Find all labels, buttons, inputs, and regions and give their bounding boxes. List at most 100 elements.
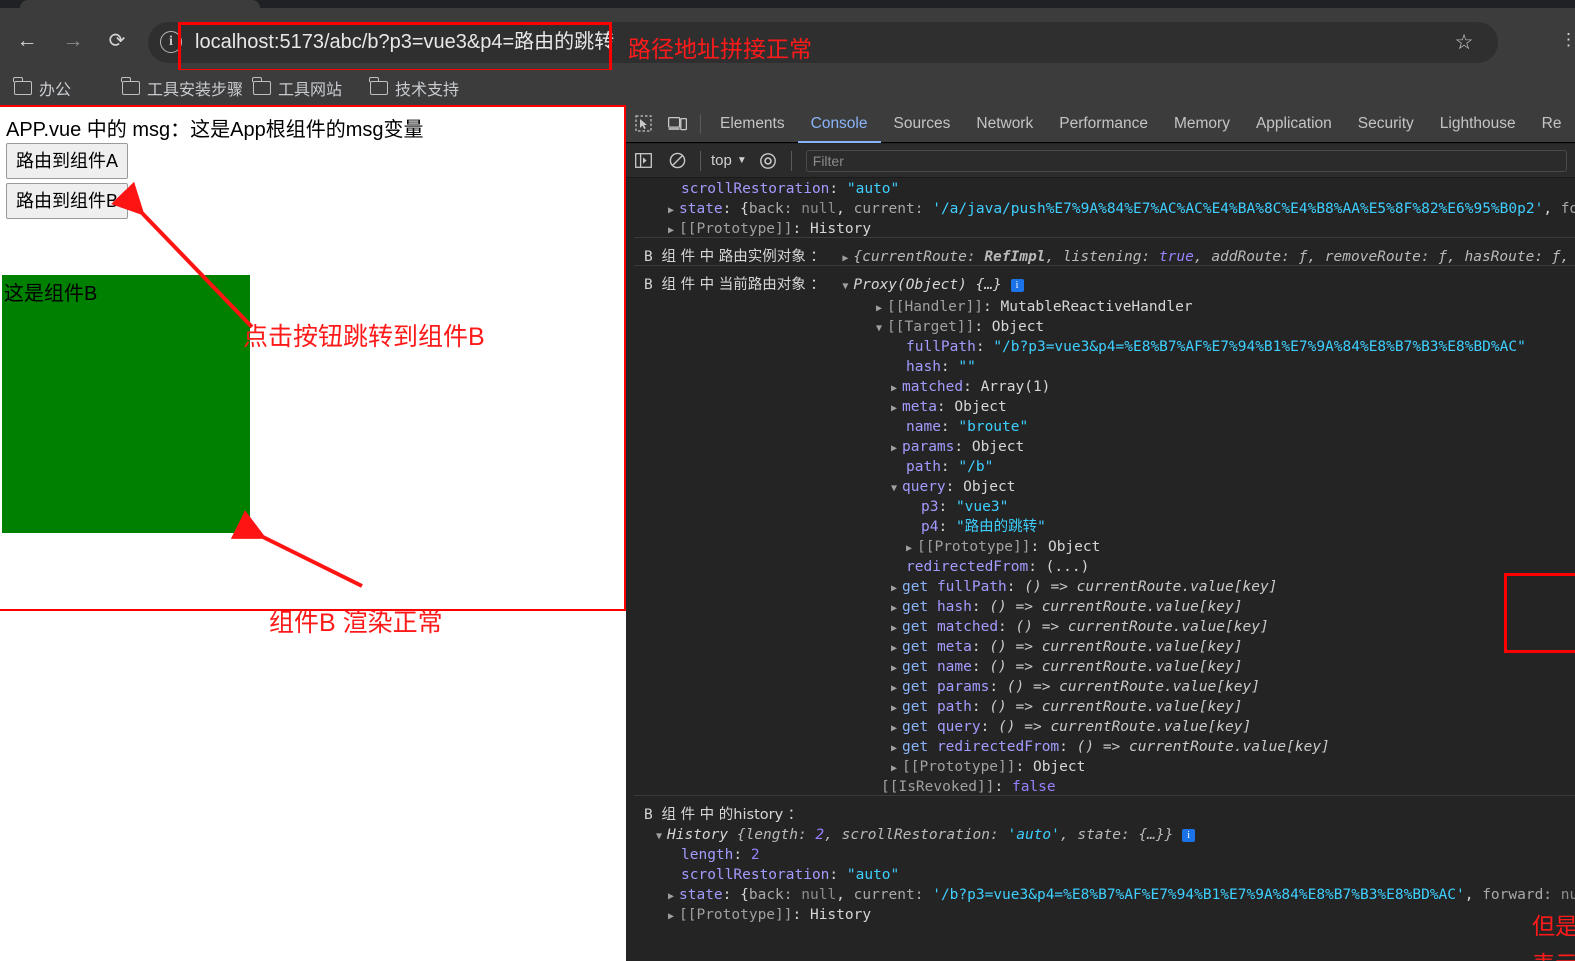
tab-recorder[interactable]: Re — [1529, 105, 1575, 143]
folder-icon — [13, 76, 32, 95]
console-line[interactable]: ▶ params: Object — [891, 437, 1024, 457]
console-line[interactable]: p4: "路由的跳转" — [921, 517, 1046, 537]
console-line[interactable]: length: 2 — [681, 845, 760, 865]
console-line[interactable]: ▼ [[Target]]: Object — [876, 317, 1044, 337]
clear-console-icon[interactable] — [660, 146, 694, 176]
tab-memory[interactable]: Memory — [1161, 105, 1243, 143]
console-line[interactable]: redirectedFrom: (...) — [906, 557, 1089, 577]
console-line[interactable]: ▶ get meta: () => currentRoute.value[key] — [891, 637, 1243, 657]
console-line[interactable]: hash: "" — [906, 357, 976, 377]
browser-toolbar: ← → ⟳ i localhost:5173/abc/b?p3=vue3&p4=… — [0, 8, 1575, 72]
console-line[interactable]: ▶ meta: Object — [891, 397, 1007, 417]
bookmark-label: 技术支持 — [395, 81, 460, 99]
tab-console[interactable]: Console — [798, 105, 881, 143]
console-line[interactable]: ▶ get matched: () => currentRoute.value[k… — [891, 617, 1269, 637]
component-b-container: 这是组件B — [2, 275, 250, 533]
tab-sources[interactable]: Sources — [881, 105, 964, 143]
bookmark-label: 工具网站 — [278, 81, 343, 99]
annotation-render-ok: 组件B 渲染正常 — [269, 609, 443, 637]
console-line[interactable]: ▶ [[Prototype]]: Object — [891, 757, 1085, 777]
toolbar-divider — [700, 113, 701, 134]
bookmarks-bar: 办公 工具安装步骤 工具网站 技术支持 — [0, 70, 1575, 105]
folder-icon — [369, 76, 388, 95]
tab-elements[interactable]: Elements — [707, 105, 798, 143]
bookmark-item[interactable]: 技术支持 — [369, 76, 460, 99]
console-line[interactable]: ▶ [[Prototype]]: History — [668, 905, 871, 925]
console-line[interactable]: ▼ History {length: 2, scrollRestoration: … — [656, 825, 1196, 845]
console-line[interactable]: ▶ [[Handler]]: MutableReactiveHandler — [876, 297, 1193, 317]
console-sidebar-icon[interactable] — [626, 146, 660, 176]
console-line[interactable]: B 组 件 中 路由实例对象 ： ▶ {currentRoute: RefImpl… — [644, 247, 1569, 267]
browser-tab-active[interactable] — [20, 0, 260, 8]
browser-chrome: ← → ⟳ i localhost:5173/abc/b?p3=vue3&p4=… — [0, 0, 1575, 105]
console-output[interactable]: scrollRestoration: "auto" ▶ state: {back: … — [626, 179, 1575, 961]
tab-strip — [0, 0, 1575, 8]
route-to-component-b-button[interactable]: 路由到组件B — [6, 183, 129, 219]
inspect-element-icon[interactable] — [626, 109, 660, 139]
filterbar-divider-2 — [790, 150, 792, 171]
chevron-down-icon: ▼ — [736, 155, 747, 166]
bookmark-label: 工具安装步骤 — [147, 81, 244, 99]
console-line[interactable]: ▶ state: {back: null, current: '/a/java/p… — [668, 199, 1575, 219]
console-line[interactable]: B 组 件 中 的history ： — [644, 805, 802, 825]
component-b-label: 这是组件B — [4, 283, 98, 305]
console-line[interactable]: [[IsRevoked]]: false — [881, 777, 1056, 797]
console-filter-input[interactable] — [805, 149, 1567, 172]
console-line[interactable]: ▶ matched: Array(1) — [891, 377, 1050, 397]
app-root-message: APP.vue 中的 msg：这是App根组件的msg变量 — [6, 119, 424, 141]
annotation-history-back-null: 但是，历史记录中的 back 仍然为 null 表示 历史记录栈中没有放入任何内… — [1532, 907, 1575, 961]
console-line[interactable]: ▼ query: Object — [891, 477, 1016, 497]
live-expression-icon[interactable] — [751, 146, 785, 176]
url-text: localhost:5173/abc/b?p3=vue3&p4=路由的跳转 — [195, 31, 615, 53]
console-context-selector[interactable]: top ▼ — [707, 152, 751, 169]
console-line[interactable]: ▶ get path: () => currentRoute.value[key] — [891, 697, 1243, 717]
browser-menu-icon[interactable]: ⋮ — [1560, 30, 1575, 50]
console-line[interactable]: ▶ get name: () => currentRoute.value[key] — [891, 657, 1243, 677]
route-to-component-a-button[interactable]: 路由到组件A — [6, 143, 129, 179]
site-info-icon[interactable]: i — [160, 31, 182, 53]
console-line[interactable]: ▶ get fullPath: () => currentRoute.value[… — [891, 577, 1277, 597]
console-line[interactable]: ▶ [[Prototype]]: Object — [906, 537, 1100, 557]
tab-performance[interactable]: Performance — [1046, 105, 1161, 143]
console-line[interactable]: path: "/b" — [906, 457, 993, 477]
address-bar[interactable]: i localhost:5173/abc/b?p3=vue3&p4=路由的跳转 … — [148, 22, 1498, 63]
page-viewport: APP.vue 中的 msg：这是App根组件的msg变量 路由到组件A 路由到… — [0, 105, 626, 961]
console-line[interactable]: p3: "vue3" — [921, 497, 1008, 517]
bookmark-item[interactable]: 工具安装步骤 — [121, 76, 244, 99]
devtools-panel: Elements Console Sources Network Perform… — [626, 105, 1575, 961]
console-filter-bar: top ▼ — [626, 144, 1575, 178]
console-line[interactable]: fullPath: "/b?p3=vue3&p4=%E8%B7%AF%E7%94… — [906, 337, 1526, 357]
console-line[interactable]: ▶ state: {back: null, current: '/b?p3=vue… — [668, 885, 1575, 905]
device-toolbar-icon[interactable] — [660, 109, 694, 139]
bookmark-item[interactable]: 工具网站 — [252, 76, 343, 99]
bookmark-star-icon[interactable]: ☆ — [1452, 31, 1476, 55]
annotation-history-line2: 表示 历史记录栈中没有放入任何内容 — [1532, 945, 1575, 961]
console-context-value: top — [711, 152, 732, 169]
console-line[interactable]: ▶ get redirectedFrom: () => currentRoute.… — [891, 737, 1330, 757]
console-line[interactable]: name: "broute" — [906, 417, 1028, 437]
tab-lighthouse[interactable]: Lighthouse — [1427, 105, 1529, 143]
tab-security[interactable]: Security — [1345, 105, 1427, 143]
folder-icon — [121, 76, 140, 95]
reload-button[interactable]: ⟳ — [102, 26, 132, 56]
tab-network[interactable]: Network — [963, 105, 1046, 143]
console-line[interactable]: ▶ get hash: () => currentRoute.value[key] — [891, 597, 1243, 617]
console-line[interactable]: B 组 件 中 当前路由对象 ： ▼ Proxy(Object) {…} i — [644, 275, 1024, 295]
console-line[interactable]: ▶ get params: () => currentRoute.value[ke… — [891, 677, 1260, 697]
back-button[interactable]: ← — [12, 26, 42, 56]
console-line[interactable]: scrollRestoration: "auto" — [681, 179, 899, 199]
annotation-history-line1: 但是，历史记录中的 back 仍然为 null — [1532, 913, 1575, 939]
console-line[interactable]: scrollRestoration: "auto" — [681, 865, 899, 885]
console-line[interactable]: ▶ get query: () => currentRoute.value[key… — [891, 717, 1251, 737]
forward-button[interactable]: → — [58, 26, 88, 56]
console-group-divider — [634, 795, 1575, 796]
folder-icon — [252, 76, 271, 95]
tab-application[interactable]: Application — [1243, 105, 1345, 143]
devtools-tab-bar: Elements Console Sources Network Perform… — [626, 105, 1575, 143]
url-annotation-text: 路径地址拼接正常 — [628, 36, 812, 62]
annotation-click-button: 点击按钮跳转到组件B — [243, 323, 485, 351]
filterbar-divider — [700, 150, 701, 171]
bookmark-label: 办公 — [39, 81, 72, 99]
console-line[interactable]: ▶ [[Prototype]]: History — [668, 219, 871, 239]
bookmark-item[interactable]: 办公 — [13, 76, 72, 99]
